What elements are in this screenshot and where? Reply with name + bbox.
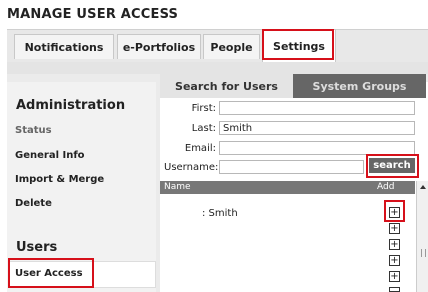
highlight-add-button bbox=[384, 200, 405, 222]
sidebar-item-general-info[interactable]: General Info bbox=[15, 150, 85, 161]
username-input[interactable] bbox=[219, 160, 364, 174]
username-label: Username: bbox=[164, 162, 219, 173]
column-add: Add bbox=[377, 182, 395, 192]
add-plus-icon[interactable]: + bbox=[389, 223, 400, 234]
page-title: MANAGE USER ACCESS bbox=[7, 7, 179, 22]
scroll-up-arrow-icon[interactable] bbox=[420, 185, 426, 189]
column-name: Name bbox=[164, 182, 191, 192]
divider-bar bbox=[7, 62, 428, 74]
first-name-input[interactable] bbox=[219, 101, 415, 115]
result-row-name: : Smith bbox=[202, 208, 238, 219]
tab-search-for-users[interactable]: Search for Users bbox=[160, 74, 293, 98]
tab-e-portfolios[interactable]: e-Portfolios bbox=[117, 34, 201, 59]
add-plus-icon[interactable] bbox=[389, 287, 400, 292]
sidebar-item-delete[interactable]: Delete bbox=[15, 198, 52, 209]
tab-notifications[interactable]: Notifications bbox=[14, 34, 114, 59]
sidebar-heading-administration: Administration bbox=[16, 98, 126, 113]
tab-system-groups[interactable]: System Groups bbox=[293, 74, 426, 98]
email-input[interactable] bbox=[219, 141, 415, 155]
highlight-settings-tab bbox=[262, 29, 334, 60]
highlight-search-button bbox=[366, 154, 419, 178]
highlight-user-access bbox=[8, 258, 94, 288]
first-label: First: bbox=[191, 103, 216, 114]
scroll-grip-icon bbox=[421, 249, 426, 257]
results-header: Name Add bbox=[160, 181, 415, 194]
last-name-input[interactable]: Smith bbox=[219, 121, 415, 135]
tab-people[interactable]: People bbox=[203, 34, 260, 59]
last-label: Last: bbox=[191, 123, 216, 134]
email-label: Email: bbox=[184, 143, 216, 154]
results-scrollbar[interactable] bbox=[416, 181, 428, 292]
add-plus-icon[interactable]: + bbox=[389, 255, 400, 266]
sidebar-item-status[interactable]: Status bbox=[15, 125, 52, 136]
add-plus-icon[interactable]: + bbox=[389, 271, 400, 282]
sidebar-heading-users: Users bbox=[16, 240, 58, 255]
add-plus-icon[interactable]: + bbox=[389, 239, 400, 250]
sidebar-item-import-merge[interactable]: Import & Merge bbox=[15, 174, 104, 185]
